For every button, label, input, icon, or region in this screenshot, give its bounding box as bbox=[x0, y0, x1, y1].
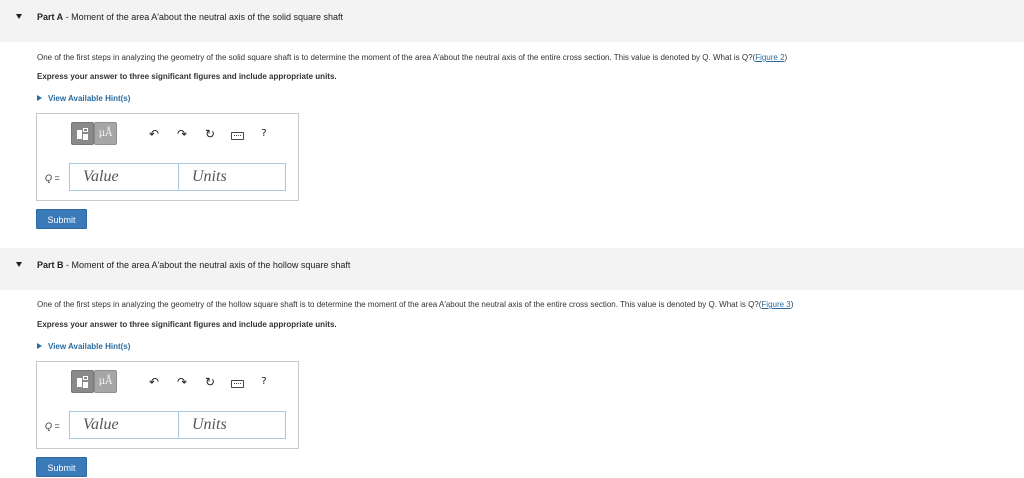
collapse-caret-icon[interactable] bbox=[16, 14, 22, 19]
q-label: Q = bbox=[45, 421, 60, 431]
figure-3-link[interactable]: Figure 3 bbox=[761, 300, 790, 309]
keyboard-icon[interactable] bbox=[228, 125, 246, 143]
expand-triangle-icon bbox=[37, 95, 42, 101]
part-b-question: One of the first steps in analyzing the … bbox=[37, 300, 794, 309]
help-icon[interactable]: ? bbox=[255, 125, 273, 143]
expand-triangle-icon bbox=[37, 343, 42, 349]
part-a-instruction: Express your answer to three significant… bbox=[37, 72, 337, 81]
figure-2-link[interactable]: Figure 2 bbox=[755, 53, 784, 62]
value-input[interactable]: Value bbox=[69, 163, 179, 191]
part-b-header[interactable]: Part B - Moment of the area A′about the … bbox=[0, 248, 1024, 290]
part-b-title: Part B - Moment of the area A′about the … bbox=[37, 260, 351, 270]
part-a-question: One of the first steps in analyzing the … bbox=[37, 53, 788, 62]
keyboard-icon[interactable] bbox=[228, 373, 246, 391]
undo-icon[interactable]: ↶ bbox=[145, 125, 163, 143]
redo-icon[interactable]: ↷ bbox=[173, 125, 191, 143]
templates-icon[interactable] bbox=[71, 370, 94, 393]
templates-icon[interactable] bbox=[71, 122, 94, 145]
part-a-header[interactable]: Part A - Moment of the area A′about the … bbox=[0, 0, 1024, 42]
part-b-instruction: Express your answer to three significant… bbox=[37, 320, 337, 329]
reset-icon[interactable]: ↻ bbox=[201, 125, 219, 143]
units-input[interactable]: Units bbox=[178, 163, 286, 191]
part-b-submit-button[interactable]: Submit bbox=[36, 457, 87, 477]
help-icon[interactable]: ? bbox=[255, 373, 273, 391]
part-a-submit-button[interactable]: Submit bbox=[36, 209, 87, 229]
q-label: Q = bbox=[45, 173, 60, 183]
units-icon[interactable]: μÅ bbox=[94, 370, 117, 393]
undo-icon[interactable]: ↶ bbox=[145, 373, 163, 391]
redo-icon[interactable]: ↷ bbox=[173, 373, 191, 391]
part-a-answer-box: μÅ ↶ ↷ ↻ ? Q = Value Units bbox=[36, 113, 299, 201]
value-input[interactable]: Value bbox=[69, 411, 179, 439]
units-input[interactable]: Units bbox=[178, 411, 286, 439]
reset-icon[interactable]: ↻ bbox=[201, 373, 219, 391]
units-icon[interactable]: μÅ bbox=[94, 122, 117, 145]
part-a-title: Part A - Moment of the area A′about the … bbox=[37, 12, 344, 22]
part-a-hint-link[interactable]: View Available Hint(s) bbox=[37, 94, 130, 103]
collapse-caret-icon[interactable] bbox=[16, 262, 22, 267]
part-b-hint-link[interactable]: View Available Hint(s) bbox=[37, 342, 130, 351]
part-b-answer-box: μÅ ↶ ↷ ↻ ? Q = Value Units bbox=[36, 361, 299, 449]
